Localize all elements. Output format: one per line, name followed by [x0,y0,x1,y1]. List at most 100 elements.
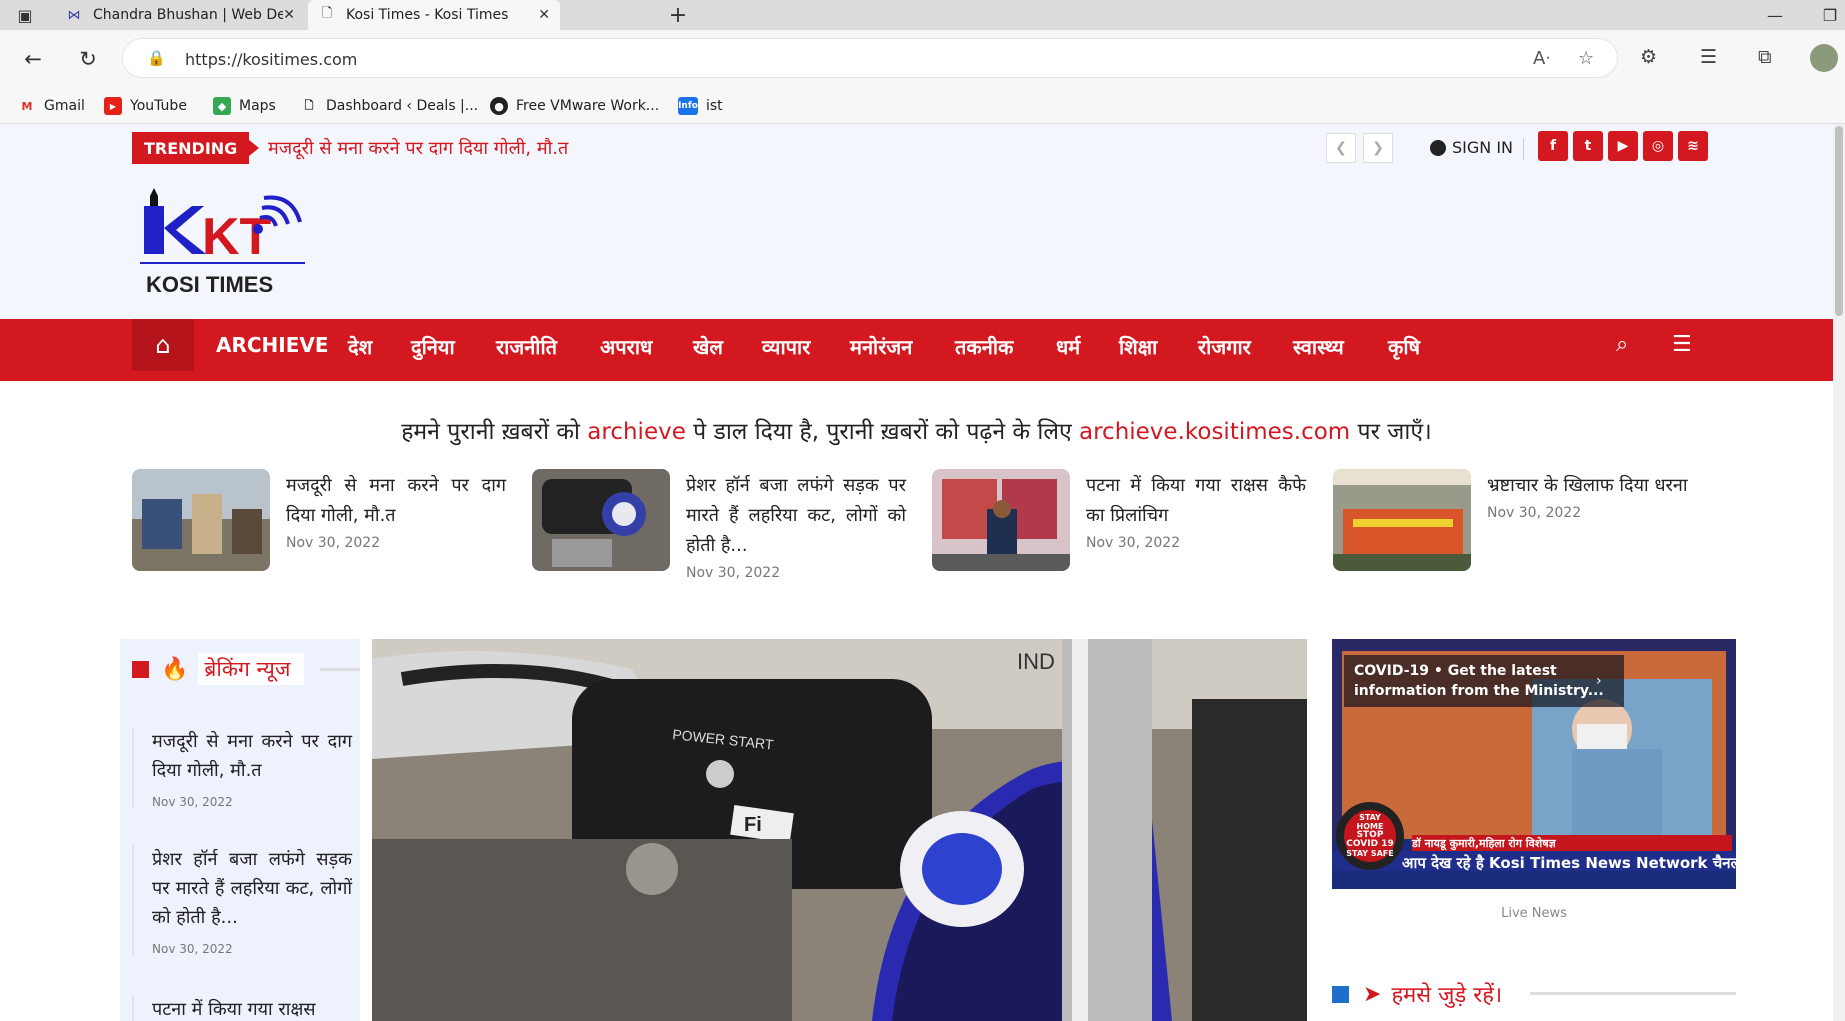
menu-item-shiksha[interactable]: शिक्षा [1119,333,1157,360]
breaking-item-title[interactable]: पटना में किया गया राक्षस [152,995,352,1021]
news-thumbnail[interactable] [1333,469,1471,571]
menu-item-duniya[interactable]: दुनिया [411,333,455,360]
address-bar-area: ← ↻ 🔒 https://kositimes.com Aᐧ ☆ ⚙ ☰ ⧉ [0,30,1845,88]
hamburger-menu-icon[interactable]: ☰ [1672,332,1692,357]
bookmark-vmware[interactable]: ● Free VMware Work... [490,95,659,117]
bookmark-maps[interactable]: ◆ Maps [213,95,276,117]
collections-icon[interactable]: ⧉ [1758,46,1772,68]
new-tab-icon[interactable]: + [663,0,693,30]
menu-item-vyapar[interactable]: व्यापार [762,333,810,360]
tab-title: Chandra Bhushan | Web Develop [93,7,283,23]
archive-site-link[interactable]: archieve.kositimes.com [1079,419,1350,445]
search-icon[interactable]: ⌕ [1616,332,1628,357]
url-field[interactable]: 🔒 https://kositimes.com Aᐧ ☆ [122,38,1618,78]
page-icon: 🗋 [321,6,333,21]
user-icon [1430,139,1446,156]
bookmark-label: Dashboard ‹ Deals |... [326,98,479,114]
trending-headline[interactable]: मजदूरी से मना करने पर दाग दिया गोली, मौ.… [268,136,568,160]
breaking-news-item[interactable]: मजदूरी से मना करने पर दाग दिया गोली, मौ.… [132,727,352,809]
paper-plane-icon: ➤ [1363,981,1382,1007]
menu-item-rojgar[interactable]: रोजगार [1198,333,1251,360]
restore-icon[interactable]: ❐ [1820,0,1840,30]
notice-text: पर जाएँ। [1350,419,1432,445]
news-card[interactable]: पटना में किया गया राक्षस कैफे का प्रिलां… [932,469,1307,579]
twitter-icon[interactable]: t [1573,131,1603,161]
rss-icon[interactable]: ≋ [1678,131,1708,161]
close-tab-icon[interactable]: ✕ [538,7,550,23]
tab-kosi-times[interactable]: 🗋 Kosi Times - Kosi Times ✕ [308,0,560,30]
section-marker [1332,985,1349,1003]
breaking-news-item[interactable]: पटना में किया गया राक्षस [132,995,352,1021]
gmail-icon: M [21,99,33,113]
menu-item-krishi[interactable]: कृषि [1388,333,1420,360]
news-thumbnail[interactable] [932,469,1070,571]
live-news-video[interactable]: COVID-19 • Get the latest information fr… [1332,639,1736,889]
extensions-icon[interactable]: ⚙ [1640,46,1657,68]
home-icon[interactable]: ⌂ [132,319,194,371]
news-date: Nov 30, 2022 [1487,505,1582,521]
breaking-item-title[interactable]: मजदूरी से मना करने पर दाग दिया गोली, मौ.… [152,727,352,785]
notice-text: हमने पुरानी ख़बरों को [401,419,588,445]
live-news-label: Live News [1501,906,1567,921]
bookmark-dashboard[interactable]: 🗋 Dashboard ‹ Deals |... [300,95,479,117]
menu-item-khel[interactable]: खेल [693,333,723,360]
browser-tab-bar: ▣ ⋈ Chandra Bhushan | Web Develop ✕ 🗋 Ko… [0,0,1845,30]
archive-link[interactable]: archieve [587,419,686,445]
instagram-icon[interactable]: ◎ [1643,131,1673,161]
menu-item-archieve[interactable]: ARCHIEVE [216,333,329,357]
read-aloud-icon[interactable]: Aᐧ [1533,48,1550,69]
trending-next-button[interactable]: ❯ [1363,133,1393,163]
chevron-right-icon[interactable]: › [1596,673,1602,689]
page-icon: 🗋 [304,98,314,112]
motorcycle-photo: POWER START Fi IND BR [372,639,1307,1021]
site-logo[interactable]: KT KOSI TIMES [140,184,305,309]
featured-news-image[interactable]: POWER START Fi IND BR [372,639,1307,1021]
bookmark-youtube[interactable]: ▶ YouTube [104,95,187,117]
minimize-icon[interactable]: — [1765,0,1785,30]
notice-text: पे डाल दिया है, पुरानी ख़बरों को पढ़ने क… [685,419,1079,445]
close-tab-icon[interactable]: ✕ [283,7,295,23]
profile-avatar[interactable] [1810,44,1838,72]
add-favorite-icon[interactable]: ☆ [1578,48,1594,69]
covid-info-banner[interactable]: COVID-19 • Get the latest information fr… [1344,655,1624,707]
news-thumbnail[interactable] [532,469,670,571]
back-icon[interactable]: ← [18,44,48,74]
menu-item-rajniti[interactable]: राजनीति [496,333,557,360]
breaking-item-date: Nov 30, 2022 [152,795,233,809]
breaking-item-title[interactable]: प्रेशर हॉर्न बजा लफंगे सड़क पर मारते हैं… [152,845,352,932]
bookmark-ist[interactable]: Info ist [678,95,723,117]
bookmark-gmail[interactable]: M Gmail [18,95,85,117]
news-thumbnail[interactable] [132,469,270,571]
scrollbar-thumb[interactable] [1835,126,1843,316]
news-title[interactable]: मजदूरी से मना करने पर दाग दिया गोली, मौ.… [286,471,506,531]
breaking-news-item[interactable]: प्रेशर हॉर्न बजा लफंगे सड़क पर मारते हैं… [132,845,352,956]
divider [1530,992,1736,995]
menu-item-manoranjan[interactable]: मनोरंजन [850,333,912,360]
breaking-item-date: Nov 30, 2022 [152,942,233,956]
trending-prev-button[interactable]: ❮ [1326,133,1356,163]
facebook-icon[interactable]: f [1538,131,1568,161]
reload-icon[interactable]: ↻ [73,44,103,74]
news-card[interactable]: मजदूरी से मना करने पर दाग दिया गोली, मौ.… [132,469,507,579]
favorites-icon[interactable]: ☰ [1700,46,1717,68]
news-card[interactable]: भ्रष्टाचार के खिलाफ दिया धरना Nov 30, 20… [1333,469,1708,579]
page-scrollbar[interactable] [1833,124,1845,1021]
bookmark-label: Gmail [44,98,85,114]
menu-item-desh[interactable]: देश [348,333,372,360]
news-title[interactable]: प्रेशर हॉर्न बजा लफंगे सड़क पर मारते हैं… [686,471,906,561]
news-title[interactable]: पटना में किया गया राक्षस कैफे का प्रिलां… [1086,471,1306,531]
connect-title: हमसे जुड़े रहें। [1391,983,1503,1008]
menu-item-apradh[interactable]: अपराध [600,333,652,360]
sign-in-link[interactable]: SIGN IN [1430,138,1513,157]
tab-chandra-bhushan[interactable]: ⋈ Chandra Bhushan | Web Develop ✕ [55,0,305,30]
menu-item-dharm[interactable]: धर्म [1056,333,1080,360]
covid-banner-text: COVID-19 • Get the latest information fr… [1354,663,1604,699]
youtube-icon[interactable]: ▶ [1608,131,1638,161]
kt-logo-icon: KT KOSI TIMES [140,188,305,297]
tab-actions-icon[interactable]: ▣ [14,0,36,30]
menu-item-takneek[interactable]: तकनीक [955,333,1013,360]
news-title[interactable]: भ्रष्टाचार के खिलाफ दिया धरना [1487,471,1707,501]
news-card[interactable]: प्रेशर हॉर्न बजा लफंगे सड़क पर मारते हैं… [532,469,907,581]
menu-item-swasthya[interactable]: स्वास्थ्य [1293,333,1344,360]
video-caption-small: डॉ नायडू कुमारी,महिला रोग विशेषज्ञ [1412,837,1556,850]
